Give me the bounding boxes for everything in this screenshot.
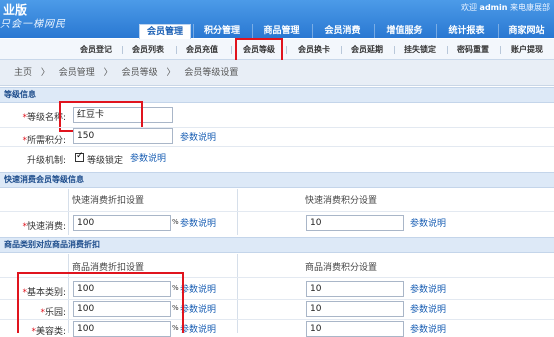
category-points-help-link[interactable]: 参数说明	[410, 322, 446, 335]
category-points-input[interactable]: 10	[306, 281, 404, 297]
category-points-input[interactable]: 10	[306, 301, 404, 317]
column-divider	[237, 254, 238, 333]
subnav-card-change[interactable]: 会员换卡	[290, 39, 338, 60]
tab-value-added[interactable]: 增值服务	[374, 24, 434, 39]
app-slogan: 只会一梯网民	[0, 19, 66, 30]
category-discount-help-link[interactable]: 参数说明	[180, 302, 216, 315]
subnav-divider	[341, 46, 342, 54]
subnav-divider	[394, 46, 395, 54]
column-divider	[237, 189, 238, 235]
subnav-account-withdraw[interactable]: 账户提现	[502, 39, 552, 60]
crumb-separator: 〉	[103, 68, 113, 78]
subnav-password-reset[interactable]: 密码重置	[449, 39, 497, 60]
subnav-divider	[500, 46, 501, 54]
percent-sign: %	[172, 218, 179, 226]
subnav-divider	[286, 46, 287, 54]
level-lock-label: 等级锁定	[87, 156, 124, 166]
subnav-divider	[176, 46, 177, 54]
column-divider	[68, 189, 69, 235]
subnav-divider	[447, 46, 448, 54]
section-quick-consumption: 快速消费会员等级信息	[0, 172, 554, 188]
upgrade-label: 升级机制:	[26, 156, 66, 166]
tab-merchant-site[interactable]: 商家网站	[498, 24, 554, 39]
crumb-member-level[interactable]: 会员等级	[122, 68, 158, 78]
section-category-discount: 商品类别对应商品消费折扣	[0, 237, 554, 253]
subnav-loss-lock[interactable]: 挂失锁定	[396, 39, 444, 60]
subnav-divider	[231, 46, 232, 54]
tab-member-management[interactable]: 会员管理	[139, 24, 191, 39]
category-discount-help-link[interactable]: 参数说明	[180, 322, 216, 335]
row-divider	[0, 211, 554, 212]
tab-statistics[interactable]: 统计报表	[436, 24, 496, 39]
points-input[interactable]: 150	[73, 128, 173, 144]
quick-discount-input[interactable]: 100	[73, 215, 171, 231]
tab-member-consumption[interactable]: 会员消费	[312, 24, 372, 39]
highlight-box	[17, 272, 184, 333]
subnav-member-extend[interactable]: 会员延期	[343, 39, 391, 60]
subnav-member-register[interactable]: 会员登记	[72, 39, 120, 60]
quick-points-header: 快速消费积分设置	[305, 196, 378, 206]
subnav-divider	[122, 46, 123, 54]
category-points-help-link[interactable]: 参数说明	[410, 302, 446, 315]
quick-label: *快速消费:	[22, 222, 66, 232]
welcome-prefix: 欢迎	[461, 3, 477, 12]
subnav-member-recharge[interactable]: 会员充值	[178, 39, 226, 60]
category-points-input[interactable]: 10	[306, 321, 404, 337]
row-divider	[0, 146, 554, 147]
upgrade-help-link[interactable]: 参数说明	[130, 151, 166, 164]
breadcrumb: 主页 〉 会员管理 〉 会员等级 〉 会员等级设置	[0, 60, 554, 86]
quick-points-help-link[interactable]: 参数说明	[410, 216, 446, 229]
welcome-suffix: 来电康展部	[510, 3, 550, 12]
crumb-separator: 〉	[40, 68, 50, 78]
category-discount-help-link[interactable]: 参数说明	[180, 282, 216, 295]
level-name-label: *等级名称:	[22, 113, 66, 123]
username[interactable]: admin	[480, 3, 508, 12]
crumb-member-management[interactable]: 会员管理	[59, 68, 95, 78]
crumb-separator: 〉	[166, 68, 176, 78]
highlight-box	[235, 38, 283, 62]
crumb-home[interactable]: 主页	[14, 68, 32, 78]
category-points-help-link[interactable]: 参数说明	[410, 282, 446, 295]
tab-product-management[interactable]: 商品管理	[252, 24, 310, 39]
tab-points-management[interactable]: 积分管理	[193, 24, 250, 39]
points-help-link[interactable]: 参数说明	[180, 130, 216, 143]
points-label: *所需积分:	[22, 136, 66, 146]
quick-points-input[interactable]: 10	[306, 215, 404, 231]
crumb-level-settings: 会员等级设置	[184, 68, 239, 78]
level-lock-checkbox[interactable]	[75, 151, 84, 162]
subnav-member-list[interactable]: 会员列表	[124, 39, 172, 60]
quick-discount-header: 快速消费折扣设置	[72, 196, 145, 206]
quick-discount-help-link[interactable]: 参数说明	[180, 216, 216, 229]
welcome-text: 欢迎 admin 来电康展部	[461, 2, 550, 13]
category-points-header: 商品消费积分设置	[305, 263, 378, 273]
